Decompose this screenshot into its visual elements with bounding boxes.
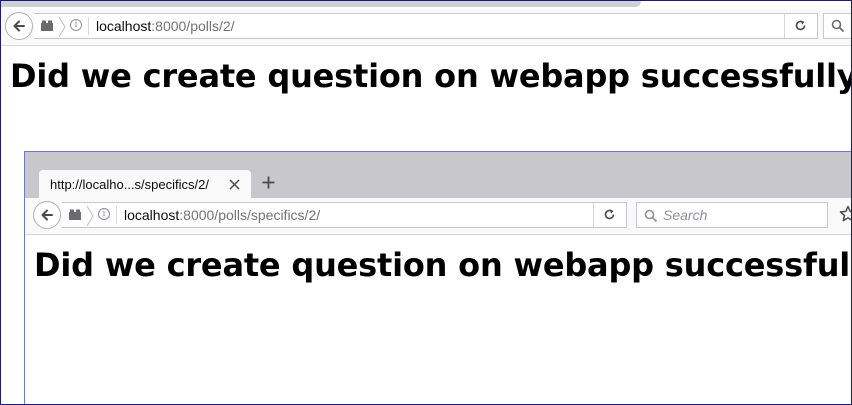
back-arrow-icon (41, 209, 53, 221)
inner-page-heading: Did we create question on webapp success… (34, 246, 852, 284)
url-path: :8000/polls/2/ (151, 18, 235, 34)
plus-icon[interactable] (262, 176, 275, 189)
outer-address-bar[interactable]: i localhost:8000/polls/2/ (34, 13, 818, 39)
reload-icon (795, 20, 806, 31)
inner-tab-strip: http://localho...s/specifics/2/ (25, 152, 851, 198)
inner-browser-window: http://localho...s/specifics/2/ i localh… (24, 151, 852, 404)
outer-tab-strip (1, 1, 851, 9)
chevron-right-icon (58, 16, 66, 38)
pages-icon (41, 20, 53, 31)
url-host: localhost (124, 207, 180, 223)
outer-page-heading: Did we create question on webapp success… (10, 57, 852, 95)
inner-url[interactable]: localhost:8000/polls/specifics/2/ (124, 207, 320, 223)
inner-address-bar[interactable]: i localhost:8000/polls/specifics/2/ (62, 202, 627, 228)
info-icon[interactable]: i (70, 19, 82, 31)
inner-search-box[interactable]: Search (636, 202, 828, 228)
inner-tab[interactable]: http://localho...s/specifics/2/ (39, 170, 251, 198)
back-arrow-icon (13, 20, 25, 32)
url-host: localhost (96, 18, 152, 34)
url-divider (88, 17, 89, 35)
outer-search-box[interactable] (823, 13, 851, 39)
inner-nav-toolbar: i localhost:8000/polls/specifics/2/ Sear… (25, 198, 852, 235)
back-button[interactable] (33, 201, 61, 229)
outer-tab-edge (1, 1, 641, 7)
outer-url[interactable]: localhost:8000/polls/2/ (96, 18, 235, 34)
pages-icon (69, 209, 81, 220)
url-path: :8000/polls/specifics/2/ (179, 207, 321, 223)
search-icon (831, 19, 845, 33)
star-icon[interactable] (839, 205, 852, 223)
chevron-right-icon (86, 205, 94, 227)
search-icon (644, 209, 658, 223)
tab-title: http://localho...s/specifics/2/ (50, 177, 209, 192)
reload-button[interactable] (784, 14, 817, 38)
reload-icon (604, 209, 615, 220)
outer-nav-toolbar: i localhost:8000/polls/2/ (1, 9, 851, 46)
screenshot-frame: i localhost:8000/polls/2/ Did we create … (0, 0, 852, 405)
search-placeholder: Search (663, 207, 708, 223)
info-icon[interactable]: i (98, 208, 110, 220)
url-divider (116, 206, 117, 224)
reload-button[interactable] (593, 203, 626, 227)
close-icon[interactable] (229, 179, 240, 190)
back-button[interactable] (5, 12, 33, 40)
